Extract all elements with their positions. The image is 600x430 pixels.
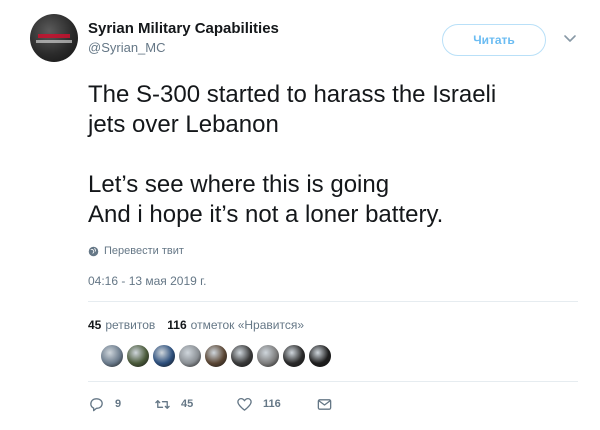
follow-button[interactable]: Читать bbox=[442, 24, 546, 56]
divider bbox=[88, 301, 578, 302]
translate-label: Перевести твит bbox=[104, 245, 184, 257]
tweet-text: The S-300 started to harass the Israeli … bbox=[88, 81, 497, 228]
liker-avatar-9[interactable] bbox=[308, 344, 332, 368]
liker-avatar-5[interactable] bbox=[204, 344, 228, 368]
reply-icon bbox=[90, 397, 103, 411]
retweet-count: 45 bbox=[181, 398, 194, 410]
liker-avatar-6[interactable] bbox=[230, 344, 254, 368]
translate-tweet-link[interactable]: Перевести твит bbox=[88, 243, 184, 259]
like-count: 116 bbox=[263, 398, 281, 410]
author-avatar[interactable] bbox=[30, 14, 78, 62]
retweets-count[interactable]: 45 bbox=[88, 318, 101, 332]
liker-avatar-4[interactable] bbox=[178, 344, 202, 368]
liker-avatar-1[interactable] bbox=[100, 344, 124, 368]
retweet-button[interactable]: 45 bbox=[154, 396, 236, 413]
author-name[interactable]: Syrian Military Capabilities bbox=[88, 20, 279, 37]
liker-avatar-3[interactable] bbox=[152, 344, 176, 368]
tweet-timestamp[interactable]: 04:16 - 13 мая 2019 г. bbox=[88, 274, 206, 288]
chevron-down-icon[interactable] bbox=[562, 30, 578, 46]
author-handle[interactable]: @Syrian_MC bbox=[88, 40, 166, 55]
heart-icon bbox=[237, 397, 252, 411]
tweet-stats: 45 ретвитов 116 отметок «Нравится» bbox=[88, 318, 316, 332]
liker-avatars bbox=[100, 344, 334, 370]
retweet-icon bbox=[155, 399, 170, 409]
like-button[interactable]: 116 bbox=[236, 396, 316, 413]
liker-avatar-2[interactable] bbox=[126, 344, 150, 368]
divider bbox=[88, 381, 578, 382]
tweet-actions: 9 45 116 bbox=[88, 394, 333, 414]
retweets-label[interactable]: ретвитов bbox=[105, 318, 155, 332]
liker-avatar-8[interactable] bbox=[282, 344, 306, 368]
tweet-card: Syrian Military Capabilities @Syrian_MC … bbox=[0, 0, 600, 430]
direct-message-button[interactable] bbox=[316, 396, 333, 413]
likes-count[interactable]: 116 bbox=[167, 318, 186, 332]
likes-label[interactable]: отметок «Нравится» bbox=[191, 318, 304, 332]
envelope-icon bbox=[317, 398, 332, 410]
globe-icon bbox=[88, 246, 99, 256]
liker-avatar-7[interactable] bbox=[256, 344, 280, 368]
reply-count: 9 bbox=[115, 398, 122, 410]
reply-button[interactable]: 9 bbox=[88, 396, 154, 413]
